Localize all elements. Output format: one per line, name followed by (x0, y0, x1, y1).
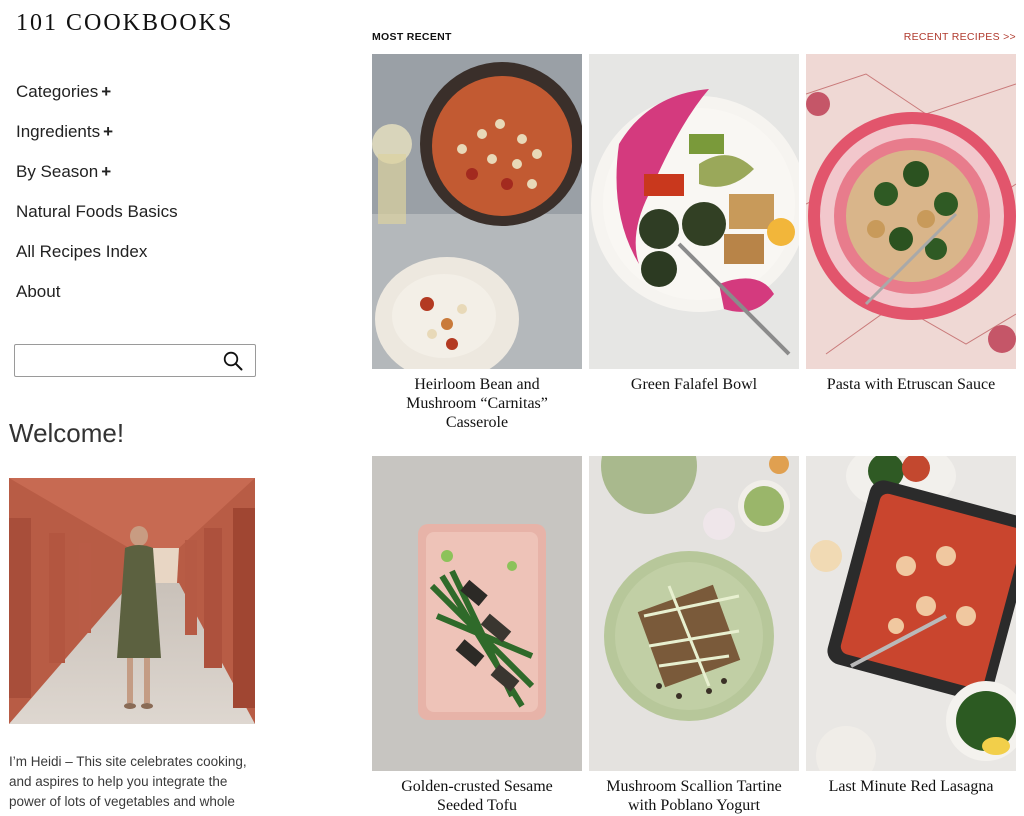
main-nav: Categories + Ingredients + By Season + Natu… (16, 80, 316, 320)
expand-plus-icon: + (103, 122, 114, 141)
intro-text: I’m Heidi – This site celebrates cooking… (9, 753, 247, 816)
recipe-card[interactable]: Mushroom Scallion Tartine with Poblano Y… (589, 456, 799, 815)
nav-item-ingredients[interactable]: Ingredients + (16, 120, 316, 160)
nav-item-all-recipes-index[interactable]: All Recipes Index (16, 240, 316, 280)
recipe-image (372, 456, 582, 771)
nav-item-label: Ingredients (16, 122, 101, 141)
recipe-card[interactable]: Last Minute Red Lasagna (806, 456, 1016, 796)
recipe-title: Mushroom Scallion Tartine with Poblano Y… (606, 778, 782, 814)
section-label-most-recent: MOST RECENT (372, 31, 452, 43)
recipe-card[interactable]: Heirloom Bean and Mushroom “Carnitas” Ca… (372, 54, 582, 432)
nav-item-label: By Season (16, 162, 99, 181)
page: 101 COOKBOOKS Categories + Ingredients + B… (0, 0, 1024, 816)
nav-item-label: Categories (16, 82, 99, 101)
site-logo[interactable]: 101 COOKBOOKS (16, 10, 233, 37)
expand-plus-icon: + (101, 162, 112, 181)
recipe-title: Heirloom Bean and Mushroom “Carnitas” Ca… (406, 376, 548, 431)
recipe-title: Green Falafel Bowl (630, 376, 758, 393)
recipe-image (372, 54, 582, 369)
recipe-title: Last Minute Red Lasagna (828, 778, 994, 795)
recipe-title: Pasta with Etruscan Sauce (826, 376, 996, 393)
nav-item-categories[interactable]: Categories + (16, 80, 316, 120)
recipe-title: Golden-crusted Sesame Seeded Tofu (401, 778, 553, 814)
author-photo (9, 478, 255, 724)
nav-item-natural-foods-basics[interactable]: Natural Foods Basics (16, 200, 316, 240)
recipe-image (806, 456, 1016, 771)
welcome-heading: Welcome! (9, 418, 125, 448)
search-icon[interactable] (223, 351, 243, 371)
nav-item-label: Natural Foods Basics (16, 202, 178, 221)
recipe-image (589, 54, 799, 369)
recipe-image (589, 456, 799, 771)
search-input[interactable] (15, 345, 231, 376)
recipe-image (806, 54, 1016, 369)
search-box (14, 344, 256, 377)
recipe-card[interactable]: Pasta with Etruscan Sauce (806, 54, 1016, 394)
nav-item-label: All Recipes Index (16, 242, 148, 261)
nav-item-by-season[interactable]: By Season + (16, 160, 316, 200)
recent-recipes-link[interactable]: RECENT RECIPES >> (904, 31, 1016, 43)
expand-plus-icon: + (101, 82, 112, 101)
nav-item-label: About (16, 282, 61, 301)
recipe-card[interactable]: Green Falafel Bowl (589, 54, 799, 394)
nav-item-about[interactable]: About (16, 280, 316, 320)
recipe-card[interactable]: Golden-crusted Sesame Seeded Tofu (372, 456, 582, 815)
